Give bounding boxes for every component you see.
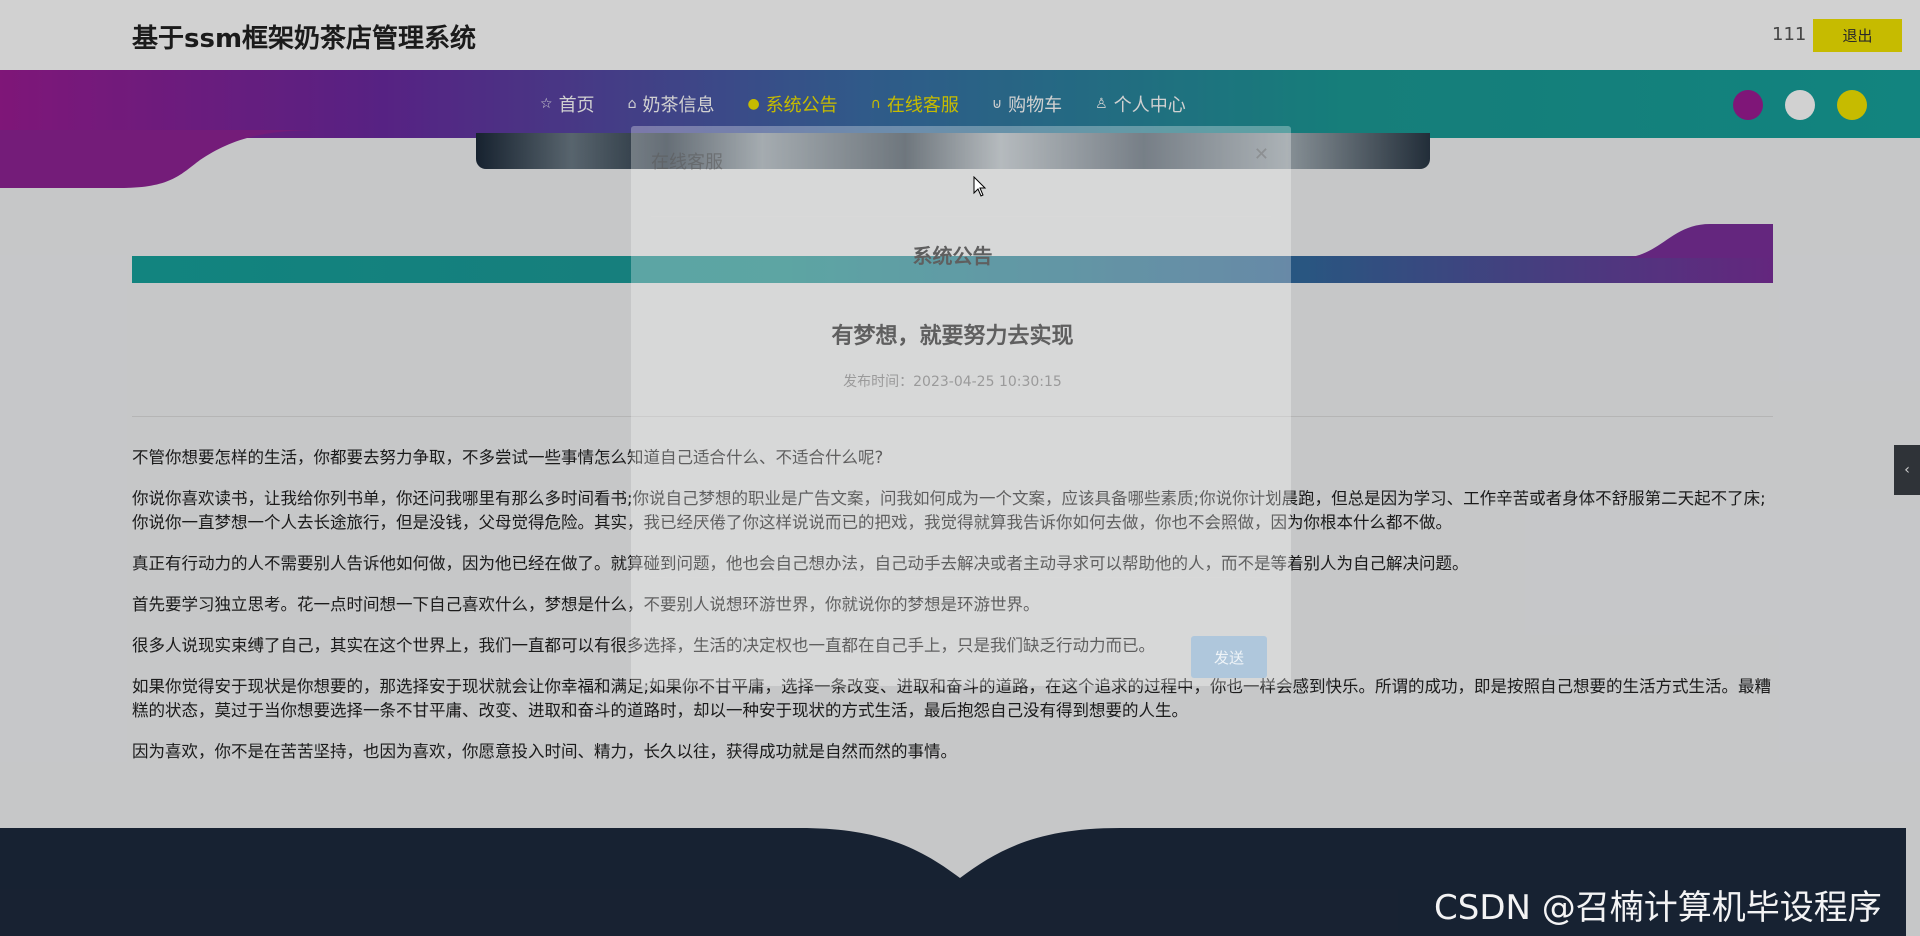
chat-message-area[interactable]: [651, 216, 1271, 578]
send-button[interactable]: 发送: [1191, 636, 1267, 678]
mouse-cursor-icon: [973, 176, 987, 197]
watermark: CSDN @召楠计算机毕设程序: [1434, 888, 1882, 928]
close-icon[interactable]: ✕: [1254, 144, 1269, 165]
chat-dialog: 在线客服 ✕ 发送: [631, 126, 1291, 686]
dialog-title: 在线客服: [651, 152, 723, 173]
